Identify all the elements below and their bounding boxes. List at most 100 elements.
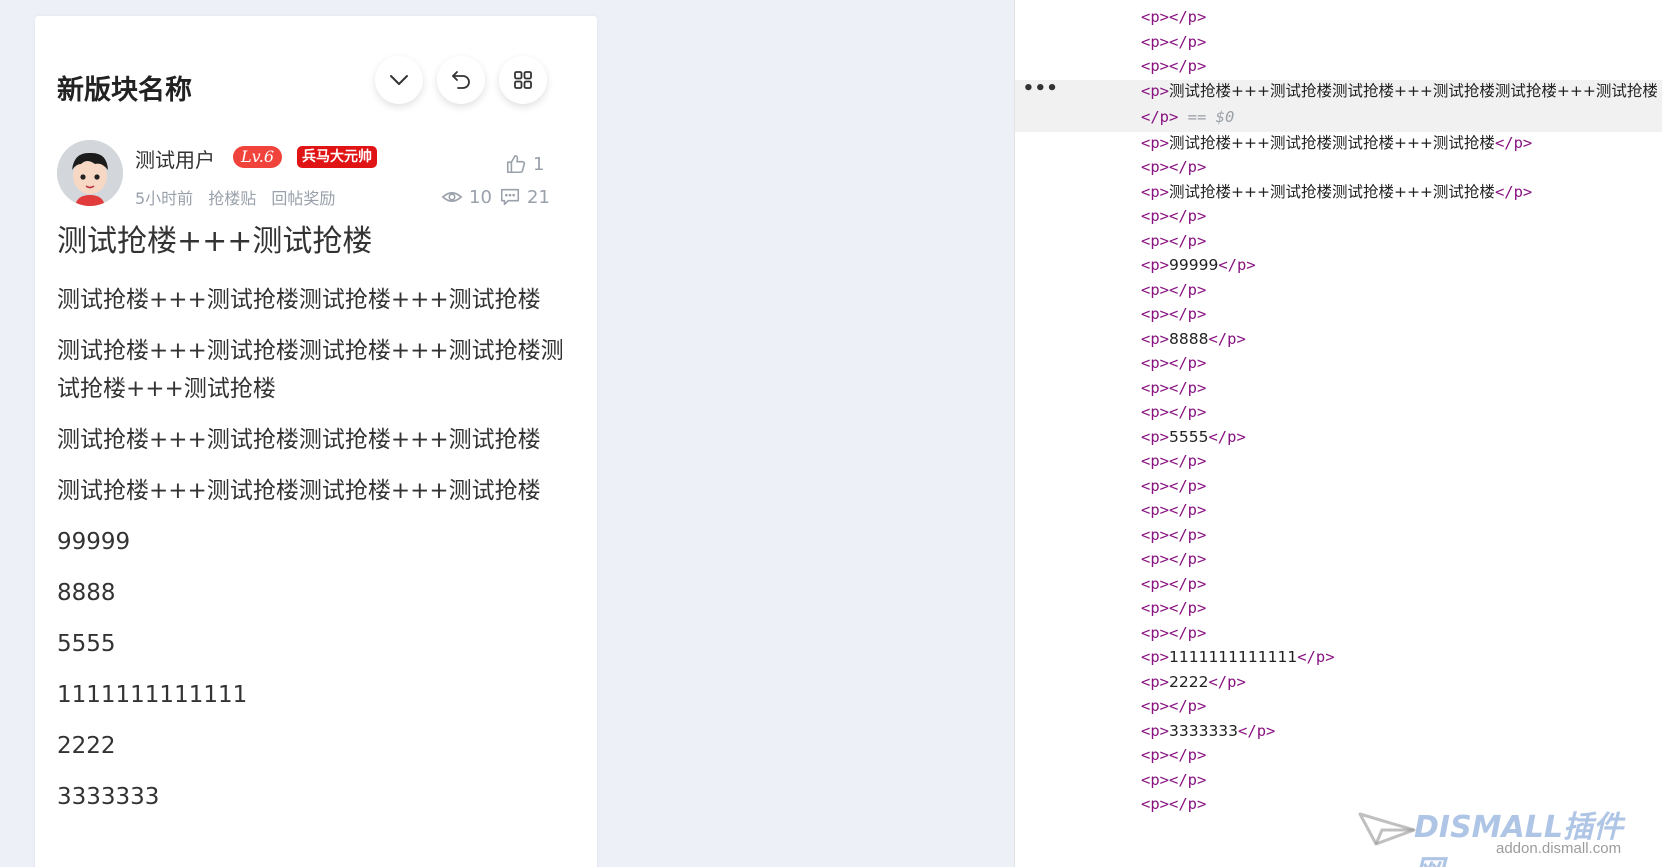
close-tag: </p> bbox=[1494, 182, 1533, 201]
open-tag: <p> bbox=[1141, 354, 1169, 372]
open-tag: <p> bbox=[1141, 746, 1169, 764]
close-tag: </p> bbox=[1169, 305, 1207, 323]
close-tag: </p> bbox=[1169, 354, 1207, 372]
dom-node-line[interactable]: <p>5555</p> bbox=[1141, 424, 1658, 450]
dom-node-line[interactable]: <p></p> bbox=[1141, 546, 1658, 572]
open-tag: <p> bbox=[1141, 648, 1169, 666]
open-tag: <p> bbox=[1141, 501, 1169, 519]
close-tag: </p> bbox=[1169, 599, 1207, 617]
dom-node-line[interactable]: <p></p> bbox=[1141, 203, 1658, 229]
devtools-elements-panel: ••• <p></p> <p></p> <p></p> <p>测试抢楼+++测试抢楼测… bbox=[1014, 0, 1662, 867]
undo-arrow-icon bbox=[452, 71, 470, 89]
dom-node-line[interactable]: <p>1111111111111</p> bbox=[1141, 644, 1658, 670]
watermark-brand: DISMALL插件网 bbox=[1414, 810, 1623, 867]
avatar-icon bbox=[57, 140, 123, 206]
dom-node-line[interactable]: <p>2222</p> bbox=[1141, 669, 1658, 695]
close-tag: </p> bbox=[1141, 107, 1179, 126]
open-tag: <p> bbox=[1141, 32, 1169, 51]
open-tag: <p> bbox=[1141, 8, 1169, 26]
close-tag: </p> bbox=[1297, 648, 1335, 666]
content-paragraph: 测试抢楼+++测试抢楼测试抢楼+++测试抢楼 bbox=[57, 478, 541, 504]
node-text: 测试抢楼+++测试抢楼测试抢楼+++测试抢楼测试抢楼+++测试抢楼 bbox=[1169, 81, 1658, 100]
dom-node-line[interactable]: <p></p> bbox=[1141, 595, 1658, 621]
dom-node-line[interactable]: <p></p> bbox=[1141, 53, 1658, 79]
view-stat: 10 bbox=[441, 186, 492, 208]
node-text: 2222 bbox=[1169, 672, 1209, 691]
dom-node-line[interactable]: <p></p> bbox=[1141, 767, 1658, 793]
close-tag: </p> bbox=[1169, 231, 1207, 250]
tag-reply-reward: 回帖奖励 bbox=[271, 189, 336, 208]
dom-node-line[interactable]: <p></p> bbox=[1141, 4, 1658, 30]
open-tag: <p> bbox=[1141, 81, 1169, 100]
close-tag: </p> bbox=[1208, 427, 1246, 446]
open-tag: <p> bbox=[1141, 525, 1169, 544]
close-tag: </p> bbox=[1169, 501, 1207, 519]
open-tag: <p> bbox=[1141, 305, 1169, 323]
open-tag: <p> bbox=[1141, 672, 1169, 691]
dom-node-line[interactable]: <p></p> bbox=[1141, 228, 1658, 254]
avatar[interactable] bbox=[57, 140, 123, 206]
close-tag: </p> bbox=[1169, 57, 1207, 75]
close-tag: </p> bbox=[1169, 525, 1207, 544]
dom-node-line[interactable]: <p></p> bbox=[1141, 742, 1658, 768]
close-tag: </p> bbox=[1169, 452, 1207, 470]
dom-node-line[interactable]: <p></p> bbox=[1141, 448, 1658, 474]
content-paragraph: 测试抢楼+++测试抢楼测试抢楼+++测试抢楼测试抢楼+++测试抢楼 bbox=[57, 338, 564, 402]
open-tag: <p> bbox=[1141, 231, 1169, 250]
close-tag: </p> bbox=[1169, 32, 1207, 51]
open-tag: <p> bbox=[1141, 57, 1169, 75]
grid-icon bbox=[514, 71, 532, 89]
selected-marker: == $0 bbox=[1178, 107, 1235, 126]
watermark-url: addon.dismall.com bbox=[1496, 840, 1622, 857]
dom-node-line[interactable]: <p>测试抢楼+++测试抢楼测试抢楼+++测试抢楼测试抢楼+++测试抢楼 </p>… bbox=[1141, 78, 1658, 130]
post-card: 新版块名称 测试用户 Lv.6 兵马大元帅 5小时前 抢楼贴 回帖奖励 1 10 bbox=[35, 16, 597, 867]
dom-node-line[interactable]: <p>8888</p> bbox=[1141, 326, 1658, 352]
dom-node-line[interactable]: <p></p> bbox=[1141, 399, 1658, 425]
close-tag: </p> bbox=[1169, 770, 1207, 789]
dom-node-line[interactable]: <p>测试抢楼+++测试抢楼测试抢楼+++测试抢楼</p> bbox=[1141, 130, 1658, 156]
dom-node-line[interactable]: <p></p> bbox=[1141, 375, 1658, 401]
open-tag: <p> bbox=[1141, 721, 1169, 740]
eye-icon bbox=[441, 192, 463, 202]
post-content: 测试抢楼+++测试抢楼 测试抢楼+++测试抢楼测试抢楼+++测试抢楼 测试抢楼+… bbox=[57, 221, 569, 829]
dom-node-line[interactable]: <p></p> bbox=[1141, 522, 1658, 548]
dom-node-line[interactable]: <p></p> bbox=[1141, 693, 1658, 719]
open-tag: <p> bbox=[1141, 795, 1169, 813]
node-options-icon[interactable]: ••• bbox=[1023, 78, 1059, 99]
dom-node-line[interactable]: <p></p> bbox=[1141, 571, 1658, 597]
content-paragraph: 3333333 bbox=[57, 784, 160, 810]
comment-icon bbox=[500, 188, 520, 206]
dom-node-line[interactable]: <p></p> bbox=[1141, 473, 1658, 499]
grid-menu-button[interactable] bbox=[499, 56, 547, 104]
dom-node-line[interactable]: <p></p> bbox=[1141, 620, 1658, 646]
dom-node-line[interactable]: <p></p> bbox=[1141, 350, 1658, 376]
content-paragraph: 8888 bbox=[57, 580, 116, 606]
dom-node-line[interactable]: <p></p> bbox=[1141, 29, 1658, 55]
dom-node-line[interactable]: <p></p> bbox=[1141, 277, 1658, 303]
dom-node-line[interactable]: <p></p> bbox=[1141, 497, 1658, 523]
dom-node-line[interactable]: <p>测试抢楼+++测试抢楼测试抢楼+++测试抢楼</p> bbox=[1141, 179, 1658, 205]
node-text: 3333333 bbox=[1169, 721, 1239, 740]
view-count: 10 bbox=[469, 186, 492, 208]
content-paragraph: 测试抢楼+++测试抢楼测试抢楼+++测试抢楼 bbox=[57, 427, 541, 453]
back-button[interactable] bbox=[437, 56, 485, 104]
close-tag: </p> bbox=[1169, 378, 1207, 397]
dom-node-line[interactable]: <p></p> bbox=[1141, 154, 1658, 180]
close-tag: </p> bbox=[1169, 476, 1207, 495]
comment-stat[interactable]: 21 bbox=[499, 186, 550, 208]
like-button[interactable]: 1 bbox=[505, 153, 544, 175]
open-tag: <p> bbox=[1141, 403, 1169, 421]
collapse-button[interactable] bbox=[375, 56, 423, 104]
close-tag: </p> bbox=[1169, 550, 1207, 568]
dom-node-line[interactable]: <p>99999</p> bbox=[1141, 252, 1658, 278]
close-tag: </p> bbox=[1218, 256, 1256, 274]
open-tag: <p> bbox=[1141, 770, 1169, 789]
close-tag: </p> bbox=[1169, 8, 1207, 26]
author-name[interactable]: 测试用户 bbox=[135, 144, 215, 173]
dom-node-line[interactable]: <p>3333333</p> bbox=[1141, 718, 1658, 744]
tag-floor-grab: 抢楼贴 bbox=[208, 189, 257, 208]
open-tag: <p> bbox=[1141, 476, 1169, 495]
node-text: 测试抢楼+++测试抢楼测试抢楼+++测试抢楼 bbox=[1169, 182, 1495, 201]
post-time: 5小时前 bbox=[135, 189, 194, 208]
dom-node-line[interactable]: <p></p> bbox=[1141, 301, 1658, 327]
